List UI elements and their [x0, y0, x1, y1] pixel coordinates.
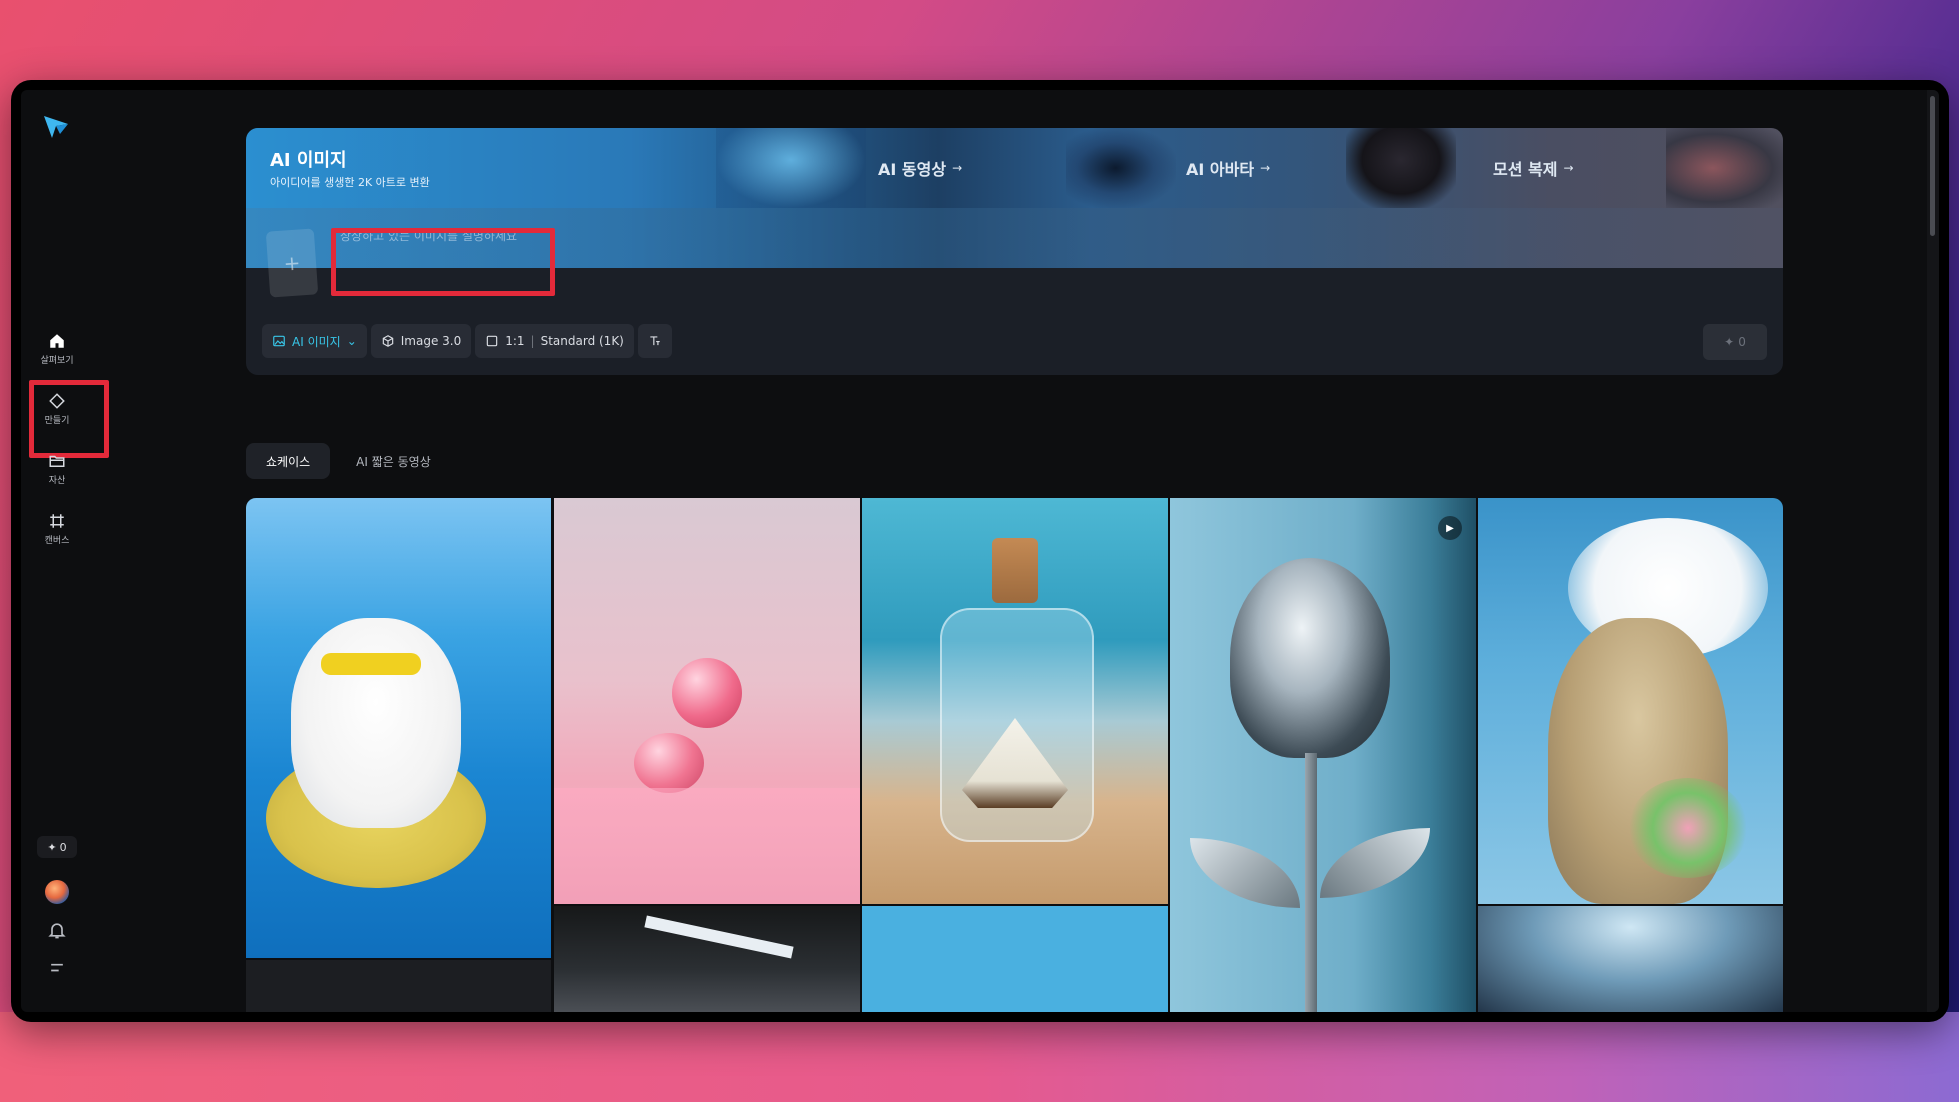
menu-icon[interactable]: [47, 958, 67, 978]
logo-icon[interactable]: [42, 112, 70, 140]
flowers: [1628, 778, 1748, 878]
mode-select[interactable]: AI 이미지 ⌄: [262, 324, 367, 358]
sidebar-item-explore[interactable]: 살펴보기: [33, 325, 81, 373]
home-icon: [50, 334, 64, 348]
scrollbar[interactable]: [1927, 90, 1939, 1012]
plus-icon: +: [282, 250, 302, 276]
hero-art-video: [716, 128, 866, 208]
credits-count: 0: [59, 840, 67, 854]
cork: [992, 538, 1038, 603]
tulip-head: [1230, 558, 1390, 758]
quality-label: Standard (1K): [540, 334, 624, 348]
light-streak: [644, 915, 794, 959]
white-cat: [291, 618, 461, 828]
showcase-gallery: ▶: [246, 498, 1783, 1012]
prompt-input[interactable]: [338, 220, 540, 252]
tab-label: 모션 복제: [1493, 160, 1558, 179]
hero-card: AI 이미지 아이디어를 생생한 2K 아트로 변환 AI 동영상 → AI 아…: [246, 128, 1783, 375]
credits-badge[interactable]: ✦ 0: [37, 836, 77, 858]
generate-credits: 0: [1738, 335, 1746, 349]
tab-ai-avatar[interactable]: AI 아바타 →: [1186, 156, 1270, 180]
text-icon: [650, 336, 660, 346]
generation-toolbar: AI 이미지 ⌄ Image 3.0 1:1 | Standard (1K): [262, 324, 672, 358]
tab-showcase[interactable]: 쇼케이스: [246, 443, 331, 479]
hero-art-motion: [1666, 128, 1783, 208]
gallery-item-anime-cat[interactable]: [1478, 498, 1783, 904]
text-style-button[interactable]: [637, 324, 672, 358]
gallery-item-spider[interactable]: [1478, 906, 1783, 1012]
hero-subtitle: 아이디어를 생생한 2K 아트로 변환: [270, 176, 430, 189]
add-reference-image-button[interactable]: +: [265, 228, 319, 298]
gallery-item-cat-pool[interactable]: [246, 498, 551, 958]
gallery-item-cherry[interactable]: [554, 498, 860, 904]
image-icon: [273, 335, 285, 347]
sidebar: 살펴보기 만들기 자산 캔버스 ✦ 0: [21, 90, 109, 1012]
sidebar-item-label: 살펴보기: [40, 356, 74, 366]
sparkle-icon: ✦: [47, 840, 57, 854]
app-window: 살펴보기 만들기 자산 캔버스 ✦ 0 AI 이미지 아이디어를 생생한 2K …: [11, 80, 1949, 1022]
sidebar-item-label: 캔버스: [44, 536, 70, 546]
tulip-leaf-right: [1320, 828, 1430, 898]
folder-icon: [49, 455, 65, 467]
arrow-right-icon: →: [1260, 161, 1271, 175]
canvas-icon: [50, 514, 64, 528]
tab-motion-clone[interactable]: 모션 복제 →: [1493, 156, 1574, 180]
ratio-quality-select[interactable]: 1:1 | Standard (1K): [475, 324, 634, 358]
cherry-bottom: [634, 733, 704, 793]
gallery-tabs: 쇼케이스 AI 짧은 동영상: [246, 443, 451, 479]
sidebar-item-assets[interactable]: 자산: [33, 445, 81, 493]
play-icon[interactable]: ▶: [1438, 516, 1462, 540]
gallery-item-blue[interactable]: [862, 906, 1168, 1012]
gallery-item-dark-room[interactable]: [554, 906, 860, 1012]
gallery-item-metal-tulip[interactable]: ▶: [1170, 498, 1476, 1012]
desktop-background: [0, 1012, 1959, 1102]
gallery-item-dark[interactable]: [246, 960, 551, 1012]
bell-icon[interactable]: [47, 920, 67, 940]
sidebar-item-label: 자산: [48, 476, 66, 486]
tab-ai-video[interactable]: AI 동영상 →: [878, 156, 962, 180]
chevron-down-icon: ⌄: [346, 334, 357, 348]
cherry-top: [672, 658, 742, 728]
tulip-stem: [1305, 753, 1317, 1012]
square-icon: [486, 335, 498, 347]
sidebar-item-create[interactable]: 만들기: [33, 385, 81, 433]
app-frame: 살펴보기 만들기 자산 캔버스 ✦ 0 AI 이미지 아이디어를 생생한 2K …: [21, 90, 1939, 1012]
avatar[interactable]: [45, 880, 69, 904]
sidebar-item-canvas[interactable]: 캔버스: [33, 505, 81, 553]
sidebar-item-label: 만들기: [44, 416, 70, 426]
arrow-right-icon: →: [952, 161, 963, 175]
hero-art-butterfly: [1066, 128, 1176, 208]
sparkle-icon: ✦: [1724, 335, 1735, 349]
pink-water: [554, 788, 860, 904]
generate-button[interactable]: ✦ 0: [1703, 324, 1767, 360]
tab-label: AI 아바타: [1186, 160, 1255, 179]
sunglasses: [321, 653, 421, 675]
separator: |: [530, 334, 535, 348]
hero-art-avatar: [1346, 128, 1456, 208]
diamond-icon: [49, 393, 65, 409]
model-label: Image 3.0: [400, 334, 462, 348]
gallery-item-bottle-ship[interactable]: [862, 498, 1168, 904]
scrollbar-thumb[interactable]: [1930, 96, 1935, 236]
arrow-right-icon: →: [1563, 161, 1574, 175]
mode-label: AI 이미지: [292, 334, 341, 349]
tab-label: AI 동영상: [878, 160, 947, 179]
tulip-leaf-left: [1190, 838, 1300, 908]
model-select[interactable]: Image 3.0: [370, 324, 472, 358]
tab-ai-short-video[interactable]: AI 짧은 동영상: [336, 443, 451, 479]
hero-title: AI 이미지: [270, 150, 347, 171]
ratio-label: 1:1: [505, 334, 525, 348]
cube-icon: [382, 335, 393, 347]
